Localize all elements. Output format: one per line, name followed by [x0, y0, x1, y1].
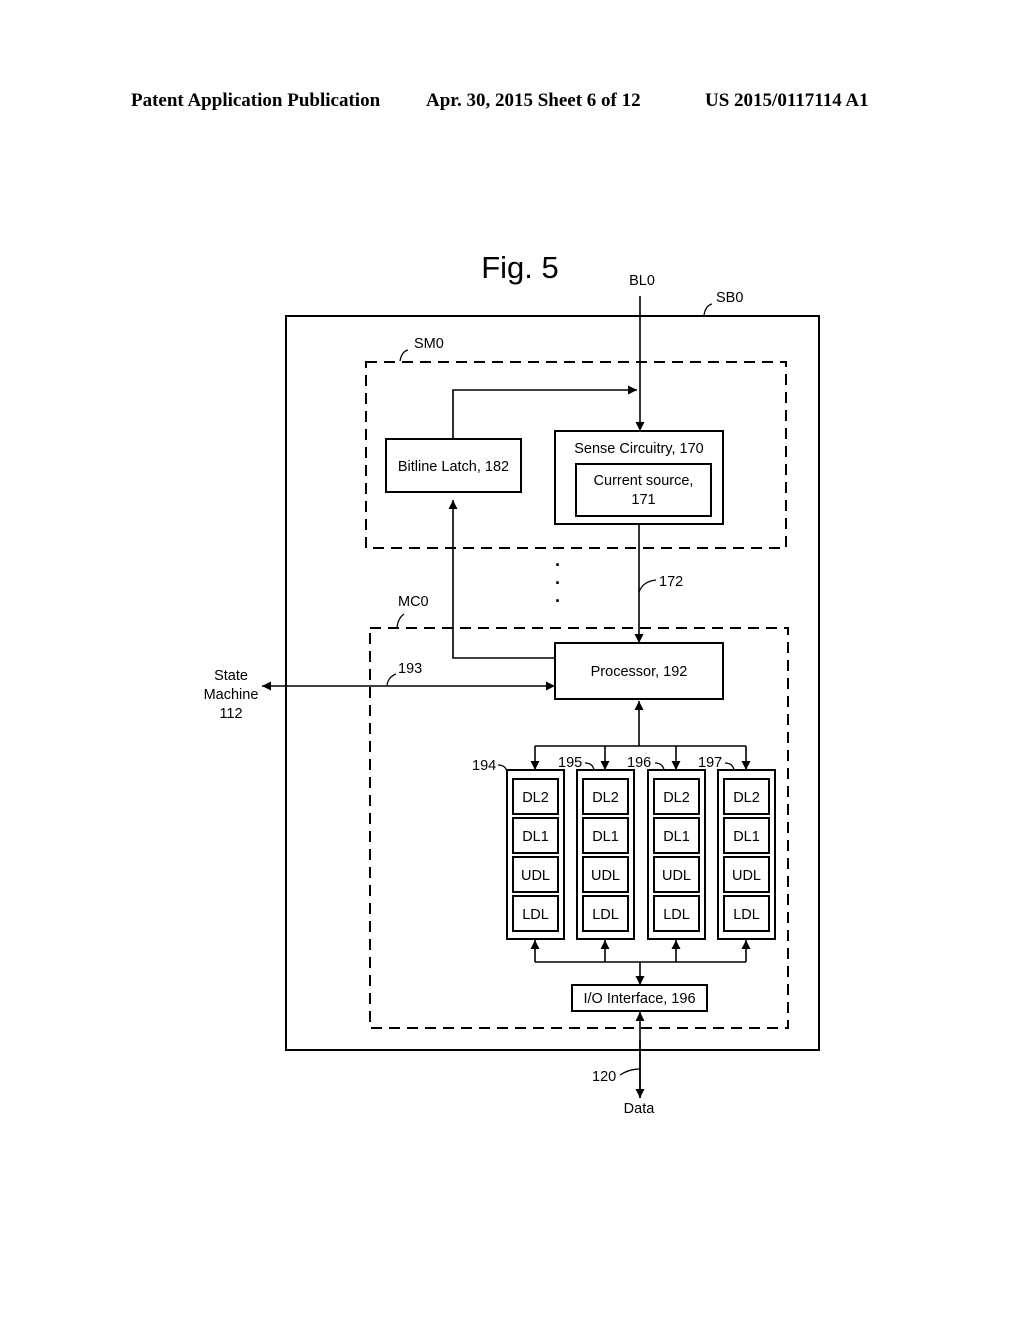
- latch-label-dl2: DL2: [733, 790, 760, 806]
- latch-stack-leader: [724, 762, 735, 771]
- bus-193-leader: [386, 673, 397, 686]
- bitline-latch-label: Bitline Latch, 182: [398, 459, 509, 475]
- ellipsis-dot-3: ·: [555, 591, 561, 611]
- latch-label-dl1: DL1: [592, 829, 619, 845]
- latch-label-dl2: DL2: [522, 790, 549, 806]
- bus-193-left-arrowhead: [262, 681, 271, 691]
- sb0-label: SB0: [716, 290, 743, 306]
- latch-stack-leader: [654, 762, 665, 771]
- latch-label-dl2: DL2: [592, 790, 619, 806]
- state-machine-label-line1: State: [214, 668, 248, 684]
- io-interface-label: I/O Interface, 196: [583, 991, 695, 1007]
- sense-circuitry-label: Sense Circuitry, 170: [574, 441, 703, 457]
- latch-label-udl: UDL: [591, 868, 620, 884]
- latch-label-dl1: DL1: [663, 829, 690, 845]
- state-machine-label-line3: 112: [219, 706, 242, 722]
- latch-label-ldl: LDL: [522, 907, 549, 923]
- bus-120-label: 120: [592, 1069, 616, 1085]
- latch-stack-ref: 194: [472, 758, 496, 774]
- sb0-leader: [703, 303, 713, 316]
- latch-label-dl1: DL1: [733, 829, 760, 845]
- latch-label-dl2: DL2: [663, 790, 690, 806]
- figure-title: Fig. 5: [481, 250, 559, 285]
- latch-label-dl1: DL1: [522, 829, 549, 845]
- latch-stack-197: DL2 DL1 UDL LDL 197: [698, 755, 776, 940]
- bus-193-label: 193: [398, 661, 422, 677]
- bus-172-label: 172: [659, 574, 683, 590]
- latch-label-ldl: LDL: [663, 907, 690, 923]
- latch-stack-ref: 195: [558, 755, 582, 771]
- latch-stack-leader: [584, 762, 595, 771]
- latch-stack-195: DL2 DL1 UDL LDL 195: [558, 755, 635, 940]
- latch-label-ldl: LDL: [592, 907, 619, 923]
- latch-label-udl: UDL: [521, 868, 550, 884]
- processor-label: Processor, 192: [591, 664, 688, 680]
- bl0-label: BL0: [629, 273, 655, 289]
- figure-diagram: Fig. 5 SB0 SM0 MC0 BL0 Bitline Latch, 18…: [204, 250, 820, 1117]
- mc0-leader: [396, 613, 405, 628]
- latch-stack-ref: 196: [627, 755, 651, 771]
- current-source-label-line1: Current source,: [594, 473, 694, 489]
- latch-label-udl: UDL: [662, 868, 691, 884]
- latch-stack-leader: [497, 764, 508, 773]
- latch-stack-ref: 197: [698, 755, 722, 771]
- latch-stack-196: DL2 DL1 UDL LDL 196: [627, 755, 706, 940]
- bus-172-leader: [638, 579, 657, 593]
- state-machine-label-line2: Machine: [204, 687, 259, 703]
- bus-120-leader: [619, 1068, 641, 1076]
- sm0-label: SM0: [414, 336, 444, 352]
- data-label: Data: [624, 1101, 656, 1117]
- current-source-box: [575, 463, 712, 517]
- mc0-label: MC0: [398, 594, 429, 610]
- sm0-leader: [399, 349, 409, 362]
- current-source-label-line2: 171: [631, 492, 655, 508]
- processor-to-latch-arrow: [448, 500, 555, 659]
- latch-label-ldl: LDL: [733, 907, 760, 923]
- ellipsis-dot-1: ·: [555, 555, 561, 575]
- latch-label-udl: UDL: [732, 868, 761, 884]
- latch-stack-194: DL2 DL1 UDL LDL 194: [472, 758, 565, 940]
- ellipsis-dot-2: ·: [555, 573, 561, 593]
